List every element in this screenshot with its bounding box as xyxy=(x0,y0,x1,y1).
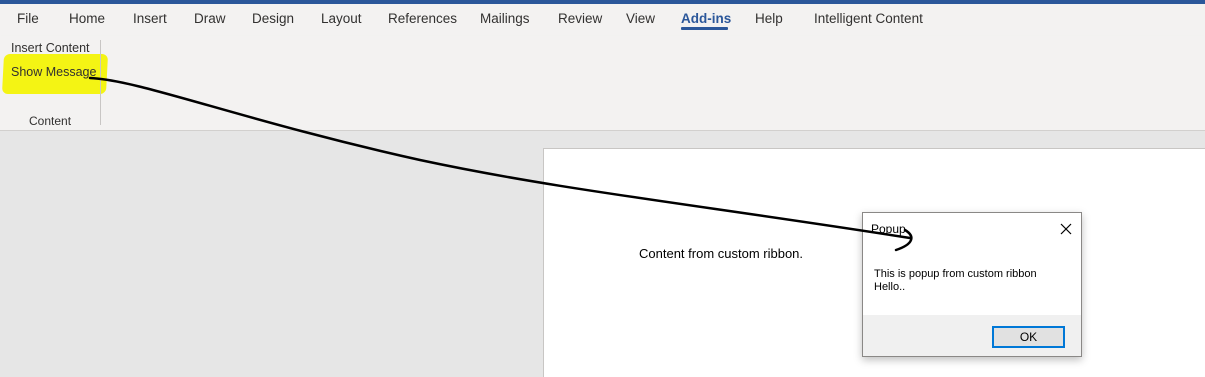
dialog-footer: OK xyxy=(863,315,1081,356)
tab-file[interactable]: File xyxy=(17,11,39,26)
ribbon-group-divider xyxy=(100,40,101,125)
tab-mailings[interactable]: Mailings xyxy=(480,11,530,26)
tab-references[interactable]: References xyxy=(388,11,457,26)
tab-help[interactable]: Help xyxy=(755,11,783,26)
dialog-title: Popup xyxy=(871,222,906,236)
dialog-message-line1: This is popup from custom ribbon xyxy=(874,268,1037,280)
tab-design[interactable]: Design xyxy=(252,11,294,26)
tab-view[interactable]: View xyxy=(626,11,655,26)
tab-layout[interactable]: Layout xyxy=(321,11,362,26)
close-icon[interactable] xyxy=(1056,219,1076,239)
popup-dialog: Popup This is popup from custom ribbon H… xyxy=(862,212,1082,357)
active-tab-indicator xyxy=(681,27,728,30)
ribbon-panel xyxy=(0,36,1205,131)
tab-insert[interactable]: Insert xyxy=(133,11,167,26)
tab-add-ins[interactable]: Add-ins xyxy=(681,11,731,26)
insert-content-button[interactable]: Insert Content xyxy=(11,41,90,55)
tab-intelligent-content[interactable]: Intelligent Content xyxy=(814,11,923,26)
show-message-button[interactable]: Show Message xyxy=(11,65,96,79)
ribbon-group-label: Content xyxy=(29,114,72,128)
tab-review[interactable]: Review xyxy=(558,11,602,26)
ok-button[interactable]: OK xyxy=(992,326,1065,348)
tab-draw[interactable]: Draw xyxy=(194,11,226,26)
tab-home[interactable]: Home xyxy=(69,11,105,26)
document-text: Content from custom ribbon. xyxy=(639,246,804,261)
dialog-message: This is popup from custom ribbon Hello.. xyxy=(874,268,1037,294)
ribbon-tabs: File Home Insert Draw Design Layout Refe… xyxy=(0,4,1205,36)
dialog-message-line2: Hello.. xyxy=(874,281,906,293)
